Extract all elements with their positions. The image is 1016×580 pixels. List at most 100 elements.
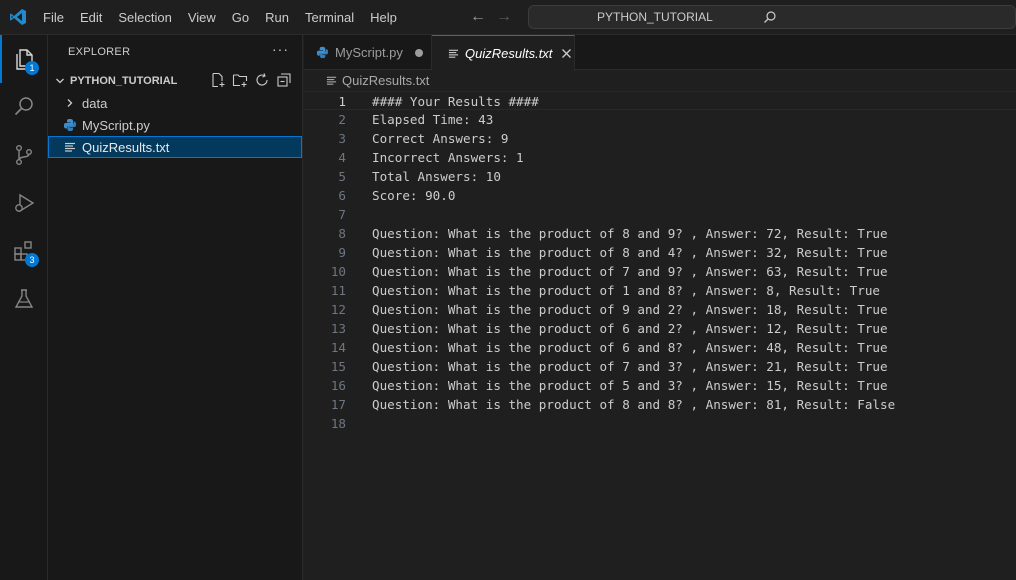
line-number: 1 (338, 94, 346, 109)
tab-quizresults[interactable]: QuizResults.txt (432, 35, 575, 71)
line-number: 16 (330, 378, 346, 393)
title-bar: File Edit Selection View Go Run Terminal… (0, 0, 1016, 35)
extensions-badge: 3 (25, 253, 39, 267)
collapse-all-icon[interactable] (276, 72, 292, 88)
code-line[interactable]: 10 Question: What is the product of 7 and… (304, 262, 1016, 281)
more-actions-icon[interactable]: ··· (272, 41, 289, 57)
line-text: Question: What is the product of 1 and 8… (372, 283, 880, 298)
nav-arrows: ← → (470, 8, 512, 26)
line-number: 7 (338, 207, 346, 222)
line-text: Elapsed Time: 43 (372, 112, 494, 127)
line-number: 14 (330, 340, 346, 355)
editor-area: MyScript.py QuizResults.txt QuizResults.… (304, 35, 1016, 580)
code-line[interactable]: 3 Correct Answers: 9 (304, 129, 1016, 148)
code-line[interactable]: 8 Question: What is the product of 8 and … (304, 224, 1016, 243)
unsaved-dot-icon[interactable] (414, 48, 423, 57)
explorer-sidebar: EXPLORER ··· PYTHON_TUTORIAL data MyScri… (48, 35, 303, 580)
refresh-icon[interactable] (254, 72, 270, 88)
tab-label: QuizResults.txt (465, 46, 553, 61)
menu-view[interactable]: View (180, 0, 224, 35)
tree-item-label: MyScript.py (82, 117, 150, 133)
activity-run-debug[interactable] (0, 179, 48, 227)
code-line[interactable]: 9 Question: What is the product of 8 and … (304, 243, 1016, 262)
run-debug-icon (15, 193, 35, 213)
line-number: 18 (330, 416, 346, 431)
explorer-badge: 1 (25, 61, 39, 75)
line-number: 15 (330, 359, 346, 374)
activity-testing[interactable] (0, 275, 48, 323)
menu-selection[interactable]: Selection (110, 0, 179, 35)
activity-extensions[interactable]: 3 (0, 227, 48, 275)
line-text: Correct Answers: 9 (372, 131, 509, 146)
code-line[interactable]: 2 Elapsed Time: 43 (304, 110, 1016, 129)
text-file-icon (326, 76, 337, 85)
code-line[interactable]: 5 Total Answers: 10 (304, 167, 1016, 186)
activity-source-control[interactable] (0, 131, 48, 179)
search-icon (14, 97, 33, 116)
line-text: Question: What is the product of 5 and 3… (372, 378, 888, 393)
activity-search[interactable] (0, 83, 48, 131)
breadcrumb[interactable]: QuizResults.txt (326, 73, 429, 88)
line-number: 6 (338, 188, 346, 203)
activity-explorer[interactable]: 1 (0, 35, 48, 83)
code-line[interactable]: 15 Question: What is the product of 7 and… (304, 357, 1016, 376)
new-file-icon[interactable] (210, 72, 226, 88)
code-line[interactable]: 6 Score: 90.0 (304, 186, 1016, 205)
vscode-logo-icon (10, 9, 26, 25)
code-line[interactable]: 13 Question: What is the product of 6 and… (304, 319, 1016, 338)
code-line[interactable]: 4 Incorrect Answers: 1 (304, 148, 1016, 167)
search-icon (764, 11, 776, 23)
menu-terminal[interactable]: Terminal (297, 0, 362, 35)
chevron-down-icon (56, 78, 64, 84)
line-text: Question: What is the product of 6 and 2… (372, 321, 888, 336)
code-line[interactable]: 1 #### Your Results #### (304, 91, 1016, 110)
menu-file[interactable]: File (35, 0, 72, 35)
tab-myscript[interactable]: MyScript.py (304, 35, 432, 70)
line-text: #### Your Results #### (372, 94, 539, 109)
code-line[interactable]: 14 Question: What is the product of 6 and… (304, 338, 1016, 357)
text-file-icon (448, 48, 459, 59)
python-file-icon (62, 117, 78, 133)
line-text: Question: What is the product of 8 and 4… (372, 245, 888, 260)
tree-item-label: QuizResults.txt (82, 139, 170, 155)
command-center-search[interactable]: PYTHON_TUTORIAL (528, 5, 1016, 29)
tree-item-myscript[interactable]: MyScript.py (48, 114, 302, 136)
python-file-icon (316, 46, 329, 59)
breadcrumb-file: QuizResults.txt (342, 73, 430, 88)
menu-run[interactable]: Run (257, 0, 297, 35)
menu-go[interactable]: Go (224, 0, 257, 35)
menu-edit[interactable]: Edit (72, 0, 110, 35)
menu-help[interactable]: Help (362, 0, 405, 35)
search-text: PYTHON_TUTORIAL (597, 10, 713, 24)
tree-item-label: data (82, 95, 108, 111)
activity-bar: 1 3 (0, 35, 48, 580)
line-text: Question: What is the product of 8 and 9… (372, 226, 888, 241)
line-text: Total Answers: 10 (372, 169, 501, 184)
line-number: 10 (330, 264, 346, 279)
line-number: 5 (338, 169, 346, 184)
code-line[interactable]: 17 Question: What is the product of 8 and… (304, 395, 1016, 414)
code-line[interactable]: 7 (304, 205, 1016, 224)
menu-bar: File Edit Selection View Go Run Terminal… (35, 0, 405, 35)
line-number: 13 (330, 321, 346, 336)
folder-actions (210, 72, 292, 88)
tree-item-data-folder[interactable]: data (48, 92, 302, 114)
line-text: Question: What is the product of 7 and 9… (372, 264, 888, 279)
tree-item-quizresults[interactable]: QuizResults.txt (48, 136, 302, 158)
line-number: 9 (338, 245, 346, 260)
tab-label: MyScript.py (335, 45, 403, 60)
folder-name: PYTHON_TUTORIAL (70, 75, 178, 87)
line-text: Question: What is the product of 8 and 8… (372, 397, 896, 412)
back-arrow-icon[interactable]: ← (470, 8, 486, 26)
code-line[interactable]: 12 Question: What is the product of 9 and… (304, 300, 1016, 319)
line-text: Question: What is the product of 9 and 2… (372, 302, 888, 317)
source-control-icon (15, 145, 32, 166)
forward-arrow-icon[interactable]: → (496, 8, 512, 26)
line-number: 17 (330, 397, 346, 412)
line-number: 3 (338, 131, 346, 146)
code-line[interactable]: 16 Question: What is the product of 5 and… (304, 376, 1016, 395)
code-line[interactable]: 11 Question: What is the product of 1 and… (304, 281, 1016, 300)
close-icon[interactable] (561, 48, 572, 59)
code-line[interactable]: 18 (304, 414, 1016, 433)
new-folder-icon[interactable] (232, 72, 248, 88)
